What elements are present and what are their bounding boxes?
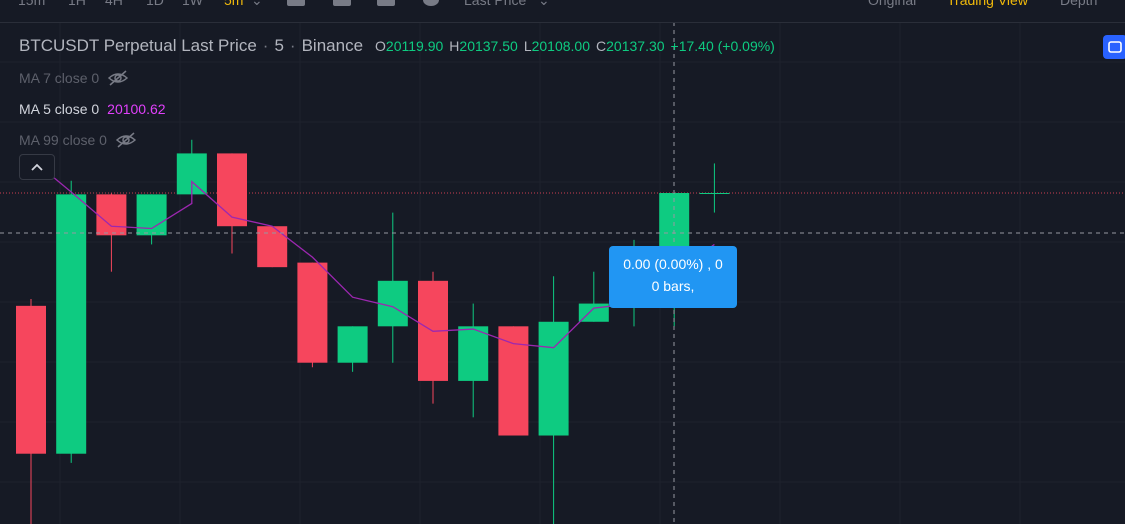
candle-body xyxy=(538,321,569,436)
interval-15m[interactable]: 15m xyxy=(18,0,45,8)
measure-tooltip: 0.00 (0.00%) , 0 0 bars, xyxy=(609,246,737,308)
price-source-select[interactable]: Last Price xyxy=(464,0,526,8)
candle-body xyxy=(699,193,730,194)
tooltip-line2: 0 bars, xyxy=(651,278,695,294)
candle-body xyxy=(217,153,247,227)
chart-legend: BTCUSDT Perpetual Last Price · 5 · Binan… xyxy=(19,36,775,149)
change-value: +17.40 (+0.09%) xyxy=(670,38,775,54)
interval-1h[interactable]: 1H xyxy=(68,0,86,8)
ma5-row[interactable]: MA 5 close 0 20100.62 xyxy=(19,100,775,118)
chevron-down-icon[interactable]: ⌄ xyxy=(538,0,550,9)
layout-icon[interactable] xyxy=(333,0,351,6)
ma5-value: 20100.62 xyxy=(107,101,166,117)
ma5-label: MA 5 close 0 xyxy=(19,101,100,117)
close-value: 20137.30 xyxy=(606,38,665,54)
candle-body xyxy=(136,194,167,236)
low-value: 20108.00 xyxy=(531,38,591,54)
ma7-label: MA 7 close 0 xyxy=(19,70,100,86)
view-trading-view[interactable]: Trading View xyxy=(947,0,1028,8)
symbol-name: BTCUSDT Perpetual Last Price xyxy=(19,36,257,55)
candle-body xyxy=(297,262,328,363)
candle-body xyxy=(377,280,408,327)
candle-body xyxy=(96,194,127,236)
interval-1w[interactable]: 1W xyxy=(182,0,203,8)
interval-1d[interactable]: 1D xyxy=(146,0,164,8)
candle-body xyxy=(337,326,368,363)
legend-title: BTCUSDT Perpetual Last Price · 5 · Binan… xyxy=(19,36,775,55)
high-value: 20137.50 xyxy=(459,38,518,54)
chevron-down-icon[interactable]: ⌄ xyxy=(251,0,263,9)
ma99-row[interactable]: MA 99 close 0 xyxy=(19,131,775,149)
ohlc-values: O20119.90 H20137.50 L20108.00 C20137.30 … xyxy=(375,38,775,54)
view-depth[interactable]: Depth xyxy=(1060,0,1097,8)
settings-button[interactable] xyxy=(1103,35,1125,59)
screen-icon xyxy=(1108,41,1122,53)
candle-body xyxy=(257,226,288,268)
exchange-name: Binance xyxy=(301,36,364,55)
interval-4h[interactable]: 4H xyxy=(105,0,123,8)
interval-value: 5 xyxy=(274,36,284,55)
info-icon[interactable] xyxy=(423,0,439,6)
ma99-label: MA 99 close 0 xyxy=(19,132,107,148)
open-value: 20119.90 xyxy=(385,38,444,54)
view-original[interactable]: Original xyxy=(868,0,916,8)
candle-body xyxy=(458,326,489,381)
ma7-row[interactable]: MA 7 close 0 xyxy=(19,69,775,87)
eye-off-icon[interactable] xyxy=(107,70,129,86)
screenshot-icon[interactable] xyxy=(377,0,395,6)
eye-off-icon[interactable] xyxy=(115,132,137,148)
candle-body xyxy=(498,326,529,436)
interval-5m[interactable]: 5m xyxy=(224,0,243,8)
tooltip-line1: 0.00 (0.00%) , 0 xyxy=(623,256,723,272)
candle-body xyxy=(16,305,46,454)
indicator-icon[interactable] xyxy=(287,0,305,6)
chevron-up-icon xyxy=(31,163,43,171)
toolbar: 15m 1H 4H 1D 1W 5m ⌄ Last Price ⌄ Origin… xyxy=(0,0,1125,23)
collapse-legend-button[interactable] xyxy=(19,154,55,180)
